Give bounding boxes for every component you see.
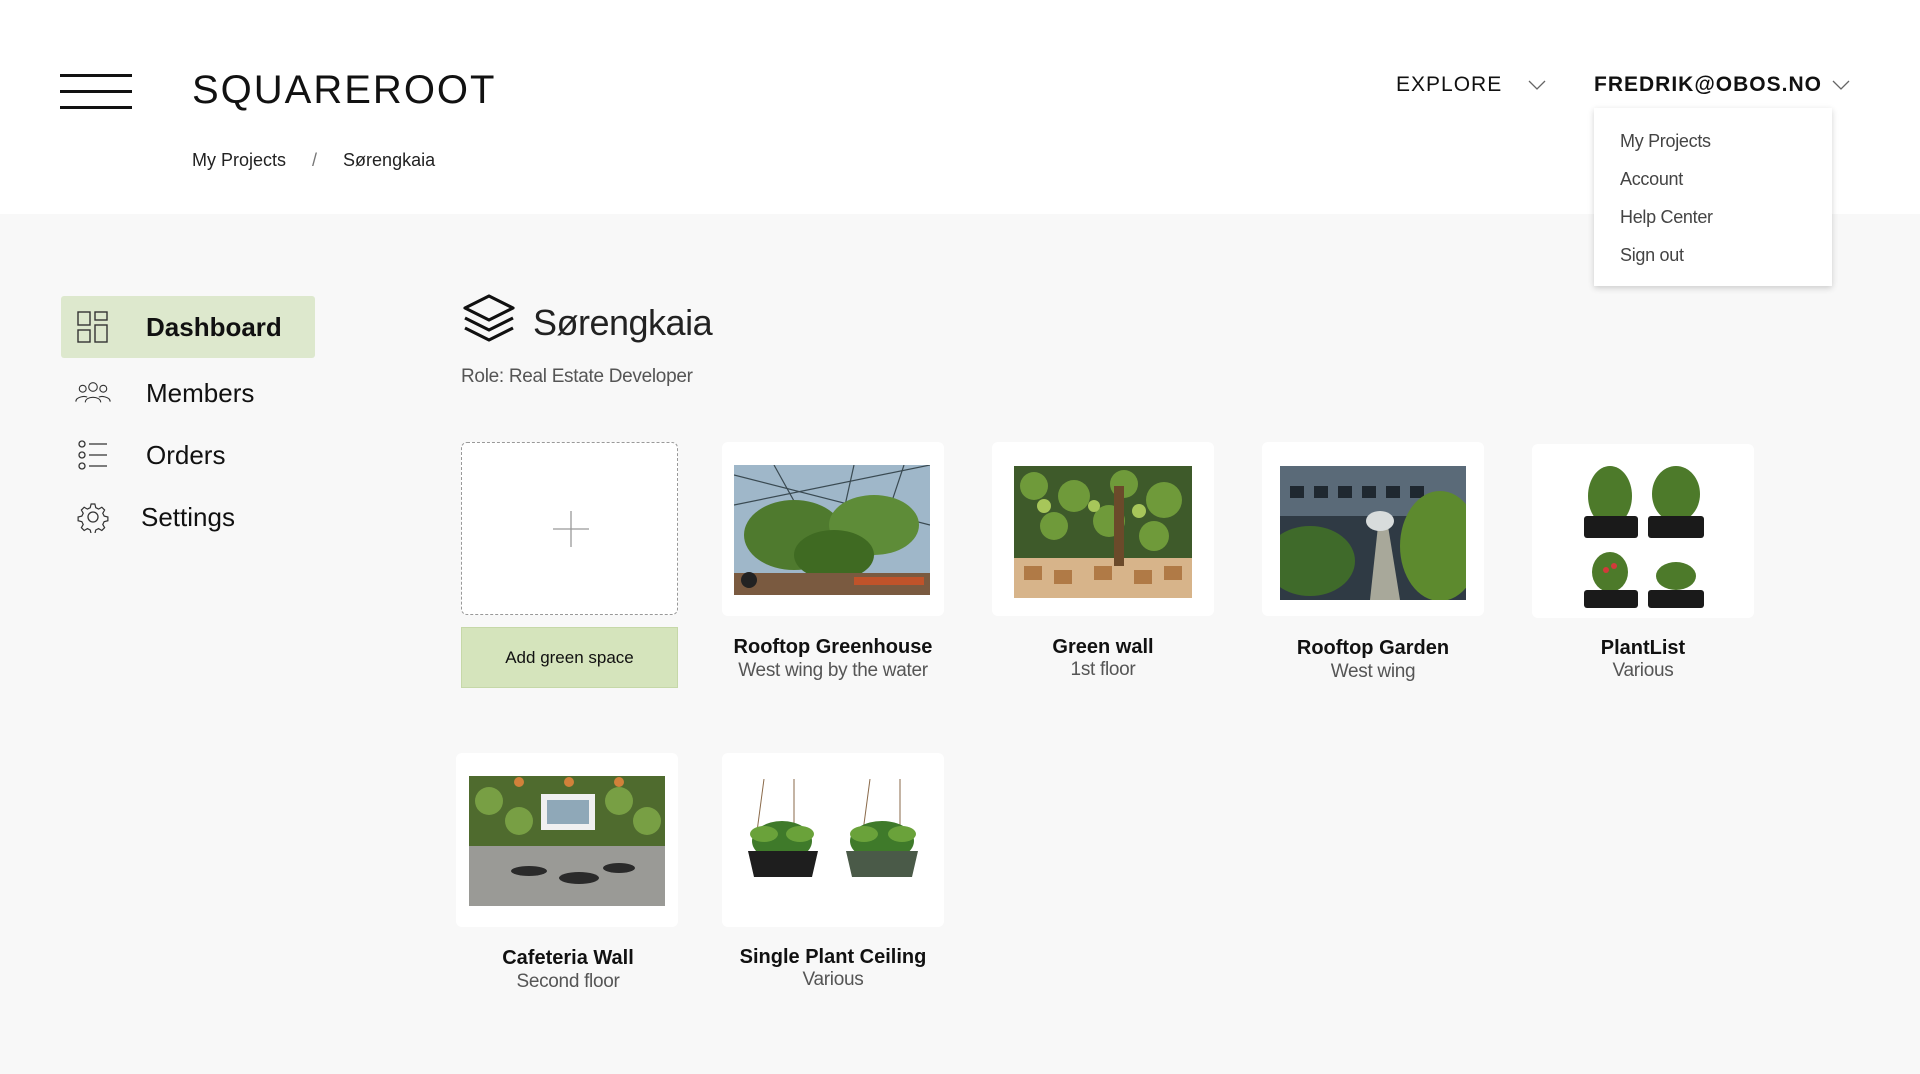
- sidebar-item-label: Orders: [146, 439, 226, 470]
- explore-menu[interactable]: EXPLORE: [1396, 73, 1546, 97]
- hamburger-menu-icon[interactable]: [60, 72, 132, 112]
- orders-icon: [75, 437, 111, 473]
- menu-item-my-projects[interactable]: My Projects: [1620, 122, 1806, 160]
- gear-icon: [75, 499, 111, 535]
- space-title: Cafeteria Wall: [502, 947, 634, 969]
- project-role: Role: Real Estate Developer: [461, 366, 693, 387]
- space-subtitle: West wing: [1330, 661, 1416, 682]
- explore-label: EXPLORE: [1396, 73, 1503, 96]
- breadcrumb: My Projects / Sørengkaia: [192, 150, 435, 171]
- plus-icon: [553, 511, 589, 547]
- space-title: Green wall: [1052, 636, 1154, 658]
- project-header: Sørengkaia: [461, 292, 713, 353]
- sidebar-nav: Dashboard Members Orders Settings: [61, 296, 315, 548]
- add-green-space-button[interactable]: Add green space: [461, 627, 678, 688]
- menu-item-sign-out[interactable]: Sign out: [1620, 236, 1806, 274]
- space-thumbnail: [1014, 466, 1192, 598]
- space-title: Rooftop Greenhouse: [733, 636, 933, 658]
- project-title: Sørengkaia: [533, 301, 713, 343]
- dashboard-icon: [75, 309, 111, 345]
- breadcrumb-separator: /: [312, 150, 318, 170]
- sidebar-item-dashboard[interactable]: Dashboard: [61, 296, 315, 358]
- sidebar-item-label: Dashboard: [146, 311, 282, 342]
- space-card-plantlist[interactable]: [1532, 444, 1754, 618]
- space-thumbnail: [1578, 454, 1710, 616]
- space-thumbnail: [734, 779, 930, 899]
- user-menu[interactable]: FREDRIK@OBOS.NO: [1594, 73, 1850, 97]
- members-icon: [75, 375, 111, 411]
- space-title: PlantList: [1600, 637, 1686, 659]
- chevron-down-icon: [1528, 80, 1546, 90]
- breadcrumb-current: Sørengkaia: [343, 150, 436, 170]
- space-card-cafeteria-wall[interactable]: [456, 753, 678, 927]
- menu-item-account[interactable]: Account: [1620, 160, 1806, 198]
- sidebar-item-orders[interactable]: Orders: [61, 424, 315, 486]
- space-subtitle: West wing by the water: [738, 660, 928, 681]
- user-dropdown-menu: My Projects Account Help Center Sign out: [1594, 108, 1832, 286]
- space-card-rooftop-greenhouse[interactable]: [722, 442, 944, 616]
- space-card-rooftop-garden[interactable]: [1262, 442, 1484, 616]
- menu-item-help-center[interactable]: Help Center: [1620, 198, 1806, 236]
- space-subtitle: Various: [802, 969, 864, 990]
- add-green-space-card[interactable]: [461, 442, 678, 615]
- space-card-green-wall[interactable]: [992, 442, 1214, 616]
- space-thumbnail: [469, 776, 665, 906]
- space-card-single-plant-ceiling[interactable]: [722, 753, 944, 927]
- sidebar-item-label: Members: [146, 377, 255, 408]
- space-title: Single Plant Ceiling: [739, 946, 927, 968]
- space-thumbnail: [734, 465, 930, 595]
- space-thumbnail: [1280, 466, 1466, 600]
- user-email: FREDRIK@OBOS.NO: [1594, 73, 1822, 96]
- space-subtitle: Second floor: [516, 971, 620, 992]
- sidebar-item-members[interactable]: Members: [61, 362, 315, 424]
- space-title: Rooftop Garden: [1296, 637, 1450, 659]
- space-subtitle: 1st floor: [1070, 659, 1136, 680]
- sidebar-item-label: Settings: [141, 501, 235, 532]
- brand-logo[interactable]: SQUAREROOT: [192, 68, 496, 113]
- space-subtitle: Various: [1612, 660, 1674, 681]
- breadcrumb-my-projects[interactable]: My Projects: [192, 150, 286, 171]
- sidebar-item-settings[interactable]: Settings: [61, 486, 315, 548]
- layers-icon: [461, 292, 517, 353]
- chevron-down-icon: [1832, 80, 1850, 90]
